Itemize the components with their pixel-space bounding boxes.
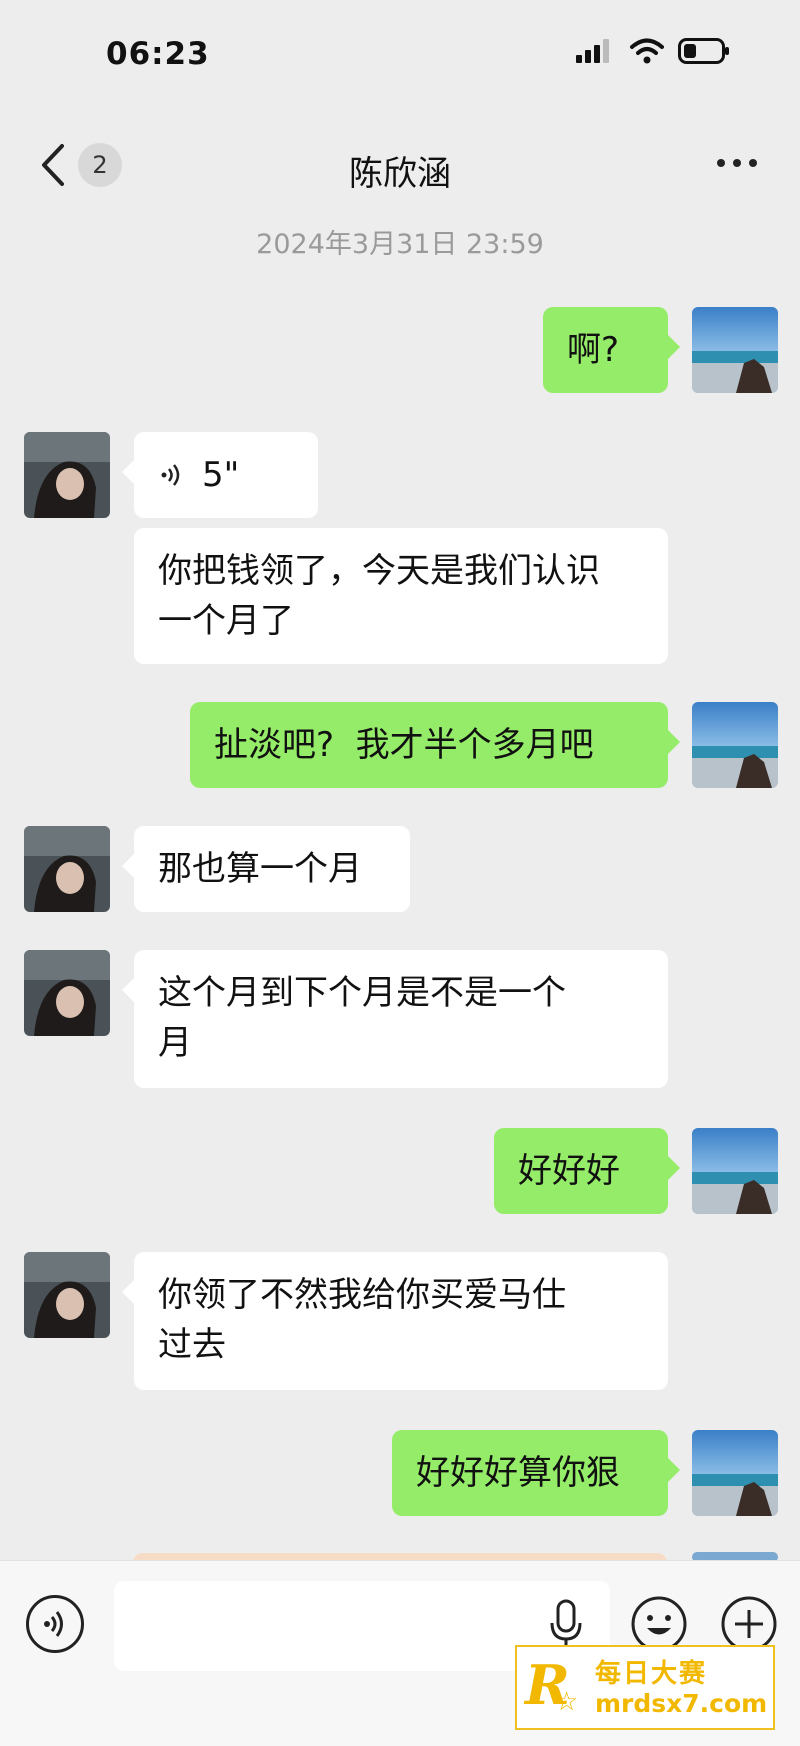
message-bubble-outgoing[interactable]: 好好好算你狠 (392, 1430, 680, 1516)
message-text: 扯淡吧? 我才半个多月吧 (214, 725, 594, 765)
message-bubble-incoming[interactable]: 那也算一个月 (122, 826, 410, 912)
star-icon: ☆ (555, 1687, 579, 1717)
message-text-line: 月 (158, 1023, 192, 1063)
message-text-line: 这个月到下个月是不是一个 (158, 973, 566, 1013)
voice-message-bubble[interactable]: 5" (122, 432, 318, 518)
message-text-line: 你领了不然我给你买爱马仕 (158, 1275, 566, 1315)
contact-avatar[interactable] (24, 950, 110, 1036)
message-bubble-outgoing[interactable]: 啊? (543, 307, 680, 393)
message-text-line: 过去 (158, 1325, 226, 1365)
contact-avatar[interactable] (24, 1252, 110, 1338)
message-text: 好好好算你狠 (416, 1453, 620, 1493)
message-text: 好好好 (518, 1151, 620, 1191)
my-avatar[interactable] (692, 1128, 778, 1214)
message-text-line: 一个月了 (158, 601, 294, 641)
message-text: 啊? (567, 330, 620, 370)
watermark-text: 每日大赛 (595, 1659, 708, 1689)
my-avatar[interactable] (692, 307, 778, 393)
message-bubble-incoming[interactable]: 你把钱领了，今天是我们认识 一个月了 (134, 528, 668, 664)
message-text: 那也算一个月 (158, 849, 362, 889)
watermark-logo: R ☆ 每日大赛 mrdsx7.com (515, 1645, 775, 1730)
voice-wave-icon (161, 464, 180, 486)
status-bar: 06:23 (0, 0, 800, 110)
message-bubble-incoming[interactable]: 这个月到下个月是不是一个 月 (122, 950, 668, 1088)
message-bubble-outgoing[interactable]: 扯淡吧? 我才半个多月吧 (190, 702, 680, 788)
chat-header: 2 陈欣涵 (0, 120, 800, 210)
status-icons (576, 38, 730, 64)
contact-avatar[interactable] (24, 432, 110, 518)
message-bubble-incoming[interactable]: 你领了不然我给你买爱马仕 过去 (122, 1252, 668, 1390)
battery-icon (678, 38, 729, 64)
contact-name: 陈欣涵 (349, 154, 451, 194)
contact-avatar[interactable] (24, 826, 110, 912)
status-time: 06:23 (106, 36, 210, 72)
message-text-line: 你把钱领了，今天是我们认识 (158, 551, 600, 591)
message-bubble-outgoing[interactable]: 好好好 (494, 1128, 680, 1214)
wifi-icon (630, 38, 664, 64)
watermark-url: mrdsx7.com (595, 1689, 768, 1718)
signal-icon (576, 39, 609, 63)
my-avatar[interactable] (692, 702, 778, 788)
more-button[interactable] (712, 148, 762, 178)
voice-duration: 5" (202, 455, 240, 495)
my-avatar[interactable] (692, 1430, 778, 1516)
voice-mode-icon (44, 1611, 63, 1637)
voice-mode-button[interactable] (26, 1595, 84, 1653)
more-icon (717, 159, 757, 167)
message-timestamp: 2024年3月31日 23:59 (256, 229, 544, 260)
